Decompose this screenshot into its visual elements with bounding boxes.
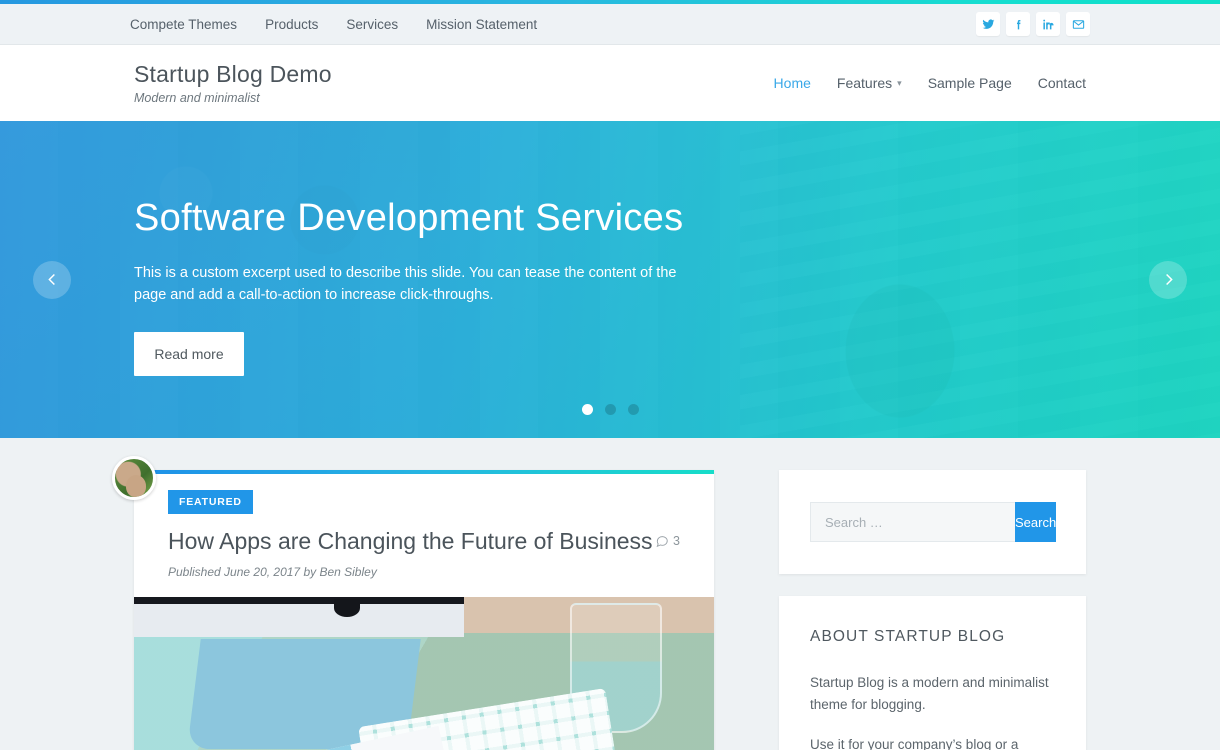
slider-dot-3[interactable] <box>627 404 639 415</box>
about-paragraph-1: Startup Blog is a modern and minimalist … <box>810 675 1049 712</box>
nav-item-features[interactable]: Features ▾ <box>837 75 902 91</box>
email-link[interactable] <box>1066 12 1090 36</box>
site-title: Startup Blog Demo <box>134 60 332 87</box>
about-widget-title: ABOUT STARTUP BLOG <box>810 628 1006 645</box>
slider-pagination <box>0 404 1220 415</box>
chevron-down-icon: ▾ <box>897 77 902 88</box>
post-title[interactable]: How Apps are Changing the Future of Busi… <box>168 527 653 556</box>
chevron-right-icon <box>1165 273 1173 286</box>
slider-dot-1[interactable] <box>581 404 593 415</box>
site-branding[interactable]: Startup Blog Demo Modern and minimalist <box>134 61 332 106</box>
top-nav-item-compete-themes[interactable]: Compete Themes <box>130 17 237 32</box>
utility-top-bar: Compete Themes Products Services Mission… <box>0 4 1220 45</box>
nav-item-home[interactable]: Home <box>774 75 811 91</box>
social-links <box>976 12 1090 36</box>
search-form: Search <box>810 502 1057 542</box>
site-header: Startup Blog Demo Modern and minimalist … <box>0 45 1220 121</box>
top-nav-item-mission-statement[interactable]: Mission Statement <box>426 17 537 32</box>
slider-next-button[interactable] <box>1149 260 1187 299</box>
post-featured-image[interactable] <box>134 596 714 750</box>
slider-prev-button[interactable] <box>33 260 71 299</box>
comment-count[interactable]: 3 <box>655 527 680 548</box>
hero-slider: Software Development Services This is a … <box>0 121 1220 438</box>
imac-monitor-shape <box>134 596 464 637</box>
search-widget: Search <box>779 470 1086 574</box>
email-icon <box>1072 19 1084 29</box>
top-nav-item-products[interactable]: Products <box>265 17 318 32</box>
hero-excerpt: This is a custom excerpt used to describ… <box>134 264 677 303</box>
nav-item-contact[interactable]: Contact <box>1038 75 1086 91</box>
top-navigation: Compete Themes Products Services Mission… <box>130 17 537 32</box>
nav-item-sample-page[interactable]: Sample Page <box>928 75 1012 91</box>
hero-read-more-button[interactable]: Read more <box>134 332 244 377</box>
main-content: FEATURED How Apps are Changing the Futur… <box>0 438 1220 750</box>
imac-notch-shape <box>334 598 360 617</box>
about-paragraph-2: Use it for your company’s blog or a pers… <box>810 736 1019 750</box>
hero-title: Software Development Services <box>134 196 684 239</box>
site-tagline: Modern and minimalist <box>134 91 260 106</box>
facebook-link[interactable] <box>1006 12 1030 36</box>
post-meta: Published June 20, 2017 by Ben Sibley <box>168 564 377 579</box>
hero-content: Software Development Services This is a … <box>0 121 1220 438</box>
author-avatar[interactable] <box>112 456 156 500</box>
nav-item-features-label: Features <box>836 75 893 91</box>
main-navigation: Home Features ▾ Sample Page Contact <box>774 75 1086 91</box>
twitter-link[interactable] <box>976 12 1000 36</box>
comment-count-value: 3 <box>673 534 680 548</box>
linkedin-icon <box>1042 19 1054 29</box>
sidebar: Search ABOUT STARTUP BLOG Startup Blog i… <box>779 470 1086 750</box>
post-header: FEATURED How Apps are Changing the Futur… <box>134 474 714 597</box>
search-input[interactable] <box>810 502 1015 542</box>
comment-bubble-icon <box>656 536 668 548</box>
posts-column: FEATURED How Apps are Changing the Futur… <box>112 456 714 750</box>
post-title-row: How Apps are Changing the Future of Busi… <box>168 527 680 556</box>
about-widget: ABOUT STARTUP BLOG Startup Blog is a mod… <box>779 596 1086 750</box>
search-button[interactable]: Search <box>1015 502 1057 542</box>
facebook-icon <box>1016 19 1020 29</box>
top-nav-item-services[interactable]: Services <box>346 17 398 32</box>
chevron-left-icon <box>47 273 55 286</box>
featured-badge: FEATURED <box>168 490 253 514</box>
twitter-icon <box>982 18 994 29</box>
slider-dot-2[interactable] <box>604 404 616 415</box>
linkedin-link[interactable] <box>1036 12 1060 36</box>
post-card: FEATURED How Apps are Changing the Futur… <box>112 456 714 750</box>
